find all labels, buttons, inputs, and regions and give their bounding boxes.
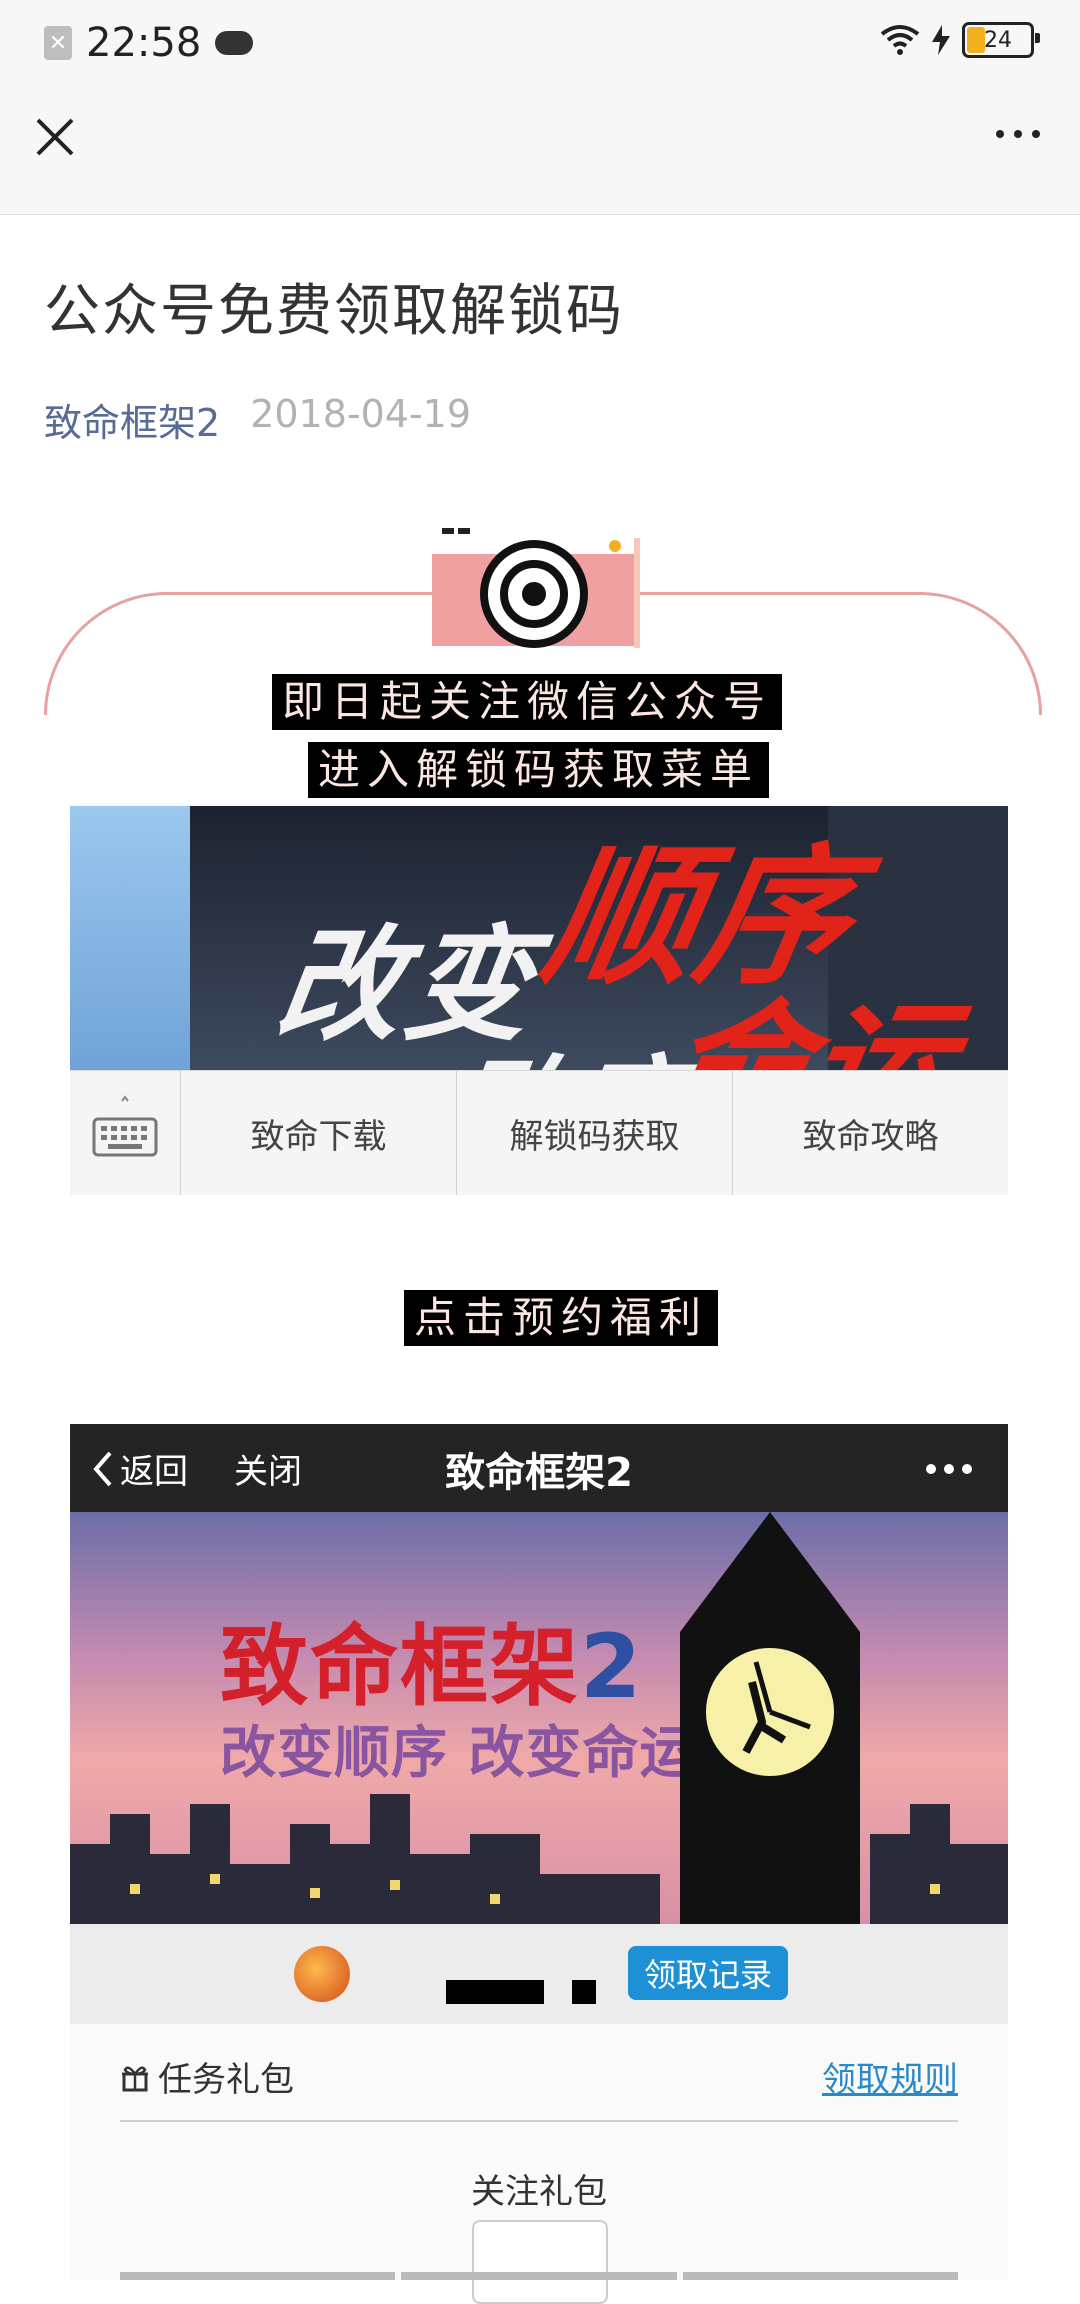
app-screenshot-header: 返回 关闭 致命框架2 [70,1424,1008,1512]
wechat-menu-bar: 致命下载 解锁码获取 致命攻略 [70,1070,1008,1195]
city-skyline [70,1794,1008,1924]
task-gift-label: 任务礼包 [158,2060,294,2100]
promo-title: 致命框架2 [220,1615,644,1718]
camera-icon [432,528,640,648]
task-gift-header: 任务礼包 [120,2052,294,2101]
follow-gift-label: 关注礼包 [471,2172,607,2212]
app-title: 致命框架2 [445,1450,633,1496]
nav-bar [0,86,1080,215]
claim-rules-link: 领取规则 [822,2060,958,2100]
menu-item-download: 致命下载 [181,1071,457,1195]
menu-item-guide: 致命攻略 [802,1116,939,1157]
battery-level: 24 [984,27,1012,53]
gift-tabs [120,2272,958,2280]
highlight-text-1: 即日起关注微信公众号 [272,674,783,730]
banner-text-white-2: 改变 [438,1016,702,1070]
promo-subtitle: 改变顺序 改变命运 [220,1721,697,1786]
highlight-text-3: 点击预约福利 [404,1290,719,1346]
gift-section: 任务礼包 领取规则 关注礼包 [70,2024,1008,2304]
highlight-text-2: 进入解锁码获取菜单 [308,742,770,798]
wifi-icon [880,25,920,55]
gift-icon [122,2066,148,2091]
notification-x-icon: ✕ [44,26,72,60]
article-meta: 致命框架2 2018-04-19 [44,392,471,447]
close-icon[interactable] [30,112,80,162]
redacted-username [446,1980,544,2004]
cloud-icon [215,31,254,55]
gift-thumbnail [472,2220,608,2304]
game-promo-banner: 致命框架2 改变顺序 改变命运 [70,1512,1008,1924]
status-time: 22:58 [86,20,202,66]
more-icon[interactable] [996,130,1040,138]
article-title: 公众号免费领取解锁码 [44,279,624,344]
author-link[interactable]: 致命框架2 [44,392,220,447]
avatar [294,1946,350,2002]
claim-record-button: 领取记录 [628,1946,788,2000]
status-bar: ✕ 22:58 24 [0,0,1080,86]
game-banner-image: 改变 顺序 改变 命运 [70,806,1008,1070]
redacted-username-2 [572,1980,596,2004]
banner-text-red-2: 命运 [653,988,963,1070]
user-info-bar: 领取记录 [70,1924,1008,2024]
more-icon [926,1464,972,1474]
keyboard-icon [70,1071,181,1195]
publish-date: 2018-04-19 [250,392,472,436]
battery-icon: 24 [962,22,1040,58]
charging-icon [932,25,950,55]
divider [120,2120,958,2122]
menu-item-unlock-code: 解锁码获取 [457,1071,733,1195]
